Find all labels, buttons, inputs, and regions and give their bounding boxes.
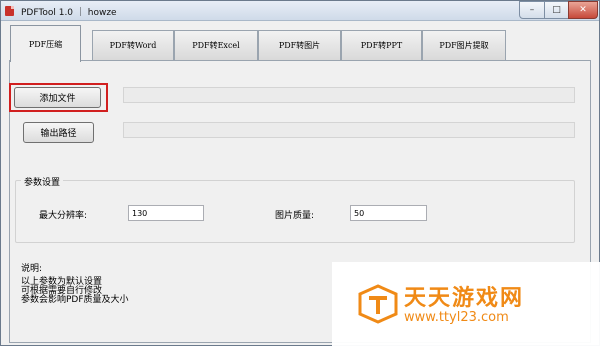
image-quality-label: 图片质量: — [275, 211, 315, 221]
watermark-logo-icon — [358, 284, 398, 324]
image-quality-input[interactable] — [350, 205, 427, 221]
tab-pdf-to-excel[interactable]: PDF转Excel — [174, 30, 258, 60]
minimize-button[interactable]: – — [519, 1, 545, 19]
file-list-field[interactable] — [123, 87, 575, 103]
max-resolution-label: 最大分辨率: — [39, 211, 88, 221]
notes-title: 说明: — [21, 264, 43, 274]
params-group-title: 参数设置 — [21, 175, 64, 188]
notes-line: 参数会影响PDF质量及大小 — [21, 295, 129, 305]
pdf-app-icon — [5, 6, 14, 16]
tab-pdf-image-extract[interactable]: PDF图片提取 — [422, 30, 506, 60]
output-path-field[interactable] — [123, 122, 575, 138]
output-path-button[interactable]: 输出路径 — [23, 122, 94, 143]
max-resolution-input[interactable] — [128, 205, 204, 221]
tab-pdf-compress[interactable]: PDF压缩 — [10, 25, 81, 62]
tab-pdf-to-ppt[interactable]: PDF转PPT — [341, 30, 422, 60]
window-title: PDFTool 1.0 ｜ howze — [21, 8, 117, 18]
tab-pdf-to-image[interactable]: PDF转图片 — [258, 30, 341, 60]
maximize-button[interactable]: □ — [544, 1, 569, 19]
tab-pdf-to-word[interactable]: PDF转Word — [92, 30, 174, 60]
close-button[interactable]: ✕ — [568, 1, 598, 19]
watermark-url: www.ttyl23.com — [404, 310, 509, 325]
watermark-title: 天天游戏网 — [404, 286, 525, 311]
add-file-button[interactable]: 添加文件 — [14, 87, 101, 108]
title-bar[interactable]: PDFTool 1.0 ｜ howze – □ ✕ — [1, 1, 599, 21]
